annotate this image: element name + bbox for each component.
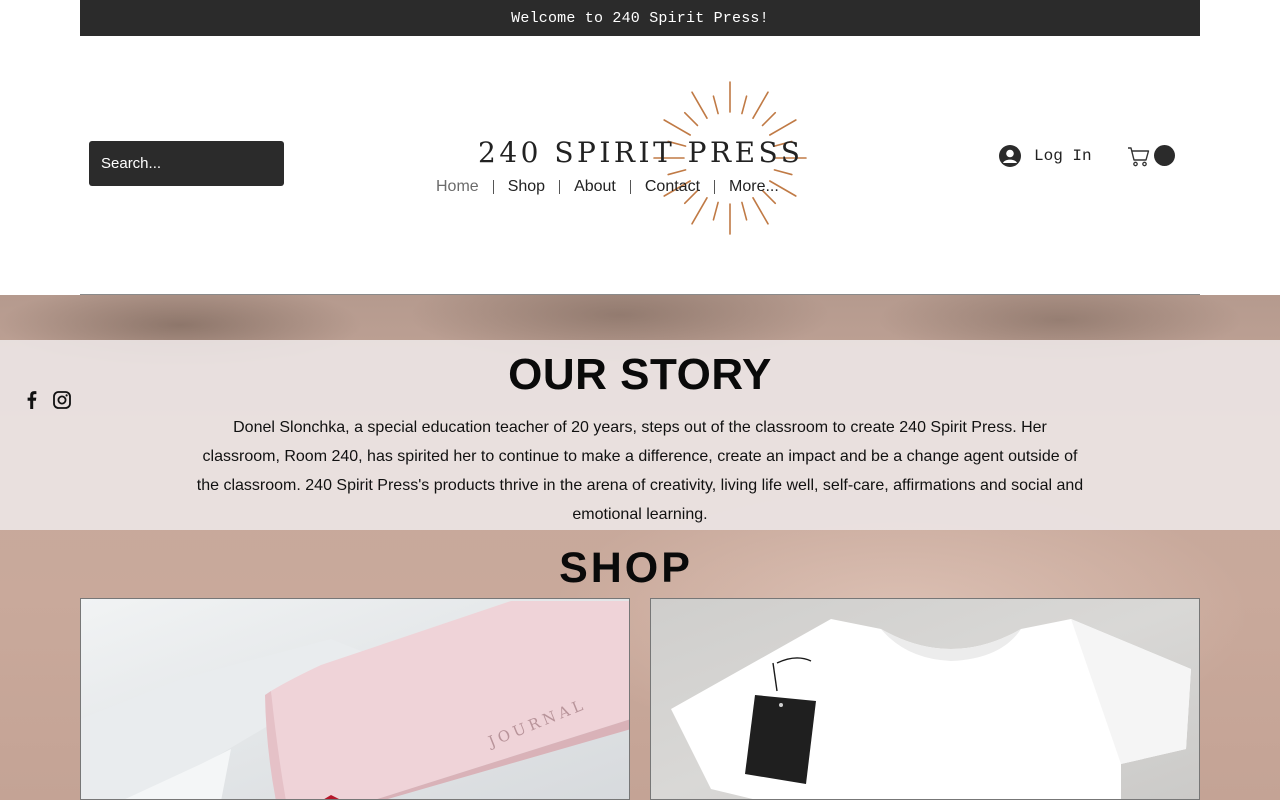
logo-ray [752,197,769,225]
logo-ray [761,111,777,127]
announcement-text: Welcome to 240 Spirit Press! [511,9,769,27]
shop-card-journal[interactable]: JOURNAL [80,598,630,800]
logo-ray [769,119,797,136]
journal-image: JOURNAL [81,601,629,799]
nav-about[interactable]: About [560,176,630,198]
logo-ray [667,169,687,176]
shop-card-tshirt[interactable] [650,598,1200,800]
tshirt-image [671,619,1191,799]
cart-icon [1128,147,1150,167]
announcement-bar: Welcome to 240 Spirit Press! [80,0,1200,36]
nav-more[interactable]: More... [715,176,793,198]
login-label: Log In [1034,147,1092,165]
logo-ray [691,91,708,119]
logo-ray [712,95,719,115]
search-bar[interactable] [89,141,284,186]
logo-ray [691,197,708,225]
login-button[interactable]: Log In [998,144,1092,168]
story-paragraph: Donel Slonchka, a special education teac… [196,419,1084,523]
story-heading: OUR STORY [508,350,772,399]
shop-heading: SHOP [559,544,693,592]
brand-logo-text[interactable]: 240 SPIRIT PRESS [478,136,803,169]
user-avatar-icon [999,145,1021,167]
nav-shop[interactable]: Shop [494,176,559,198]
logo-ray [741,201,748,221]
logo-ray [752,91,769,119]
logo-ray [773,169,793,176]
cart-count-badge [1154,145,1175,166]
logo-ray [663,119,691,136]
cart-button[interactable] [1126,143,1176,169]
logo-ray [683,111,699,127]
nav-contact[interactable]: Contact [631,176,714,198]
main-nav: Home Shop About Contact More... [424,175,793,199]
logo-ray [712,201,719,221]
search-input[interactable] [89,141,284,186]
nav-home[interactable]: Home [424,176,493,198]
logo-ray [741,95,748,115]
